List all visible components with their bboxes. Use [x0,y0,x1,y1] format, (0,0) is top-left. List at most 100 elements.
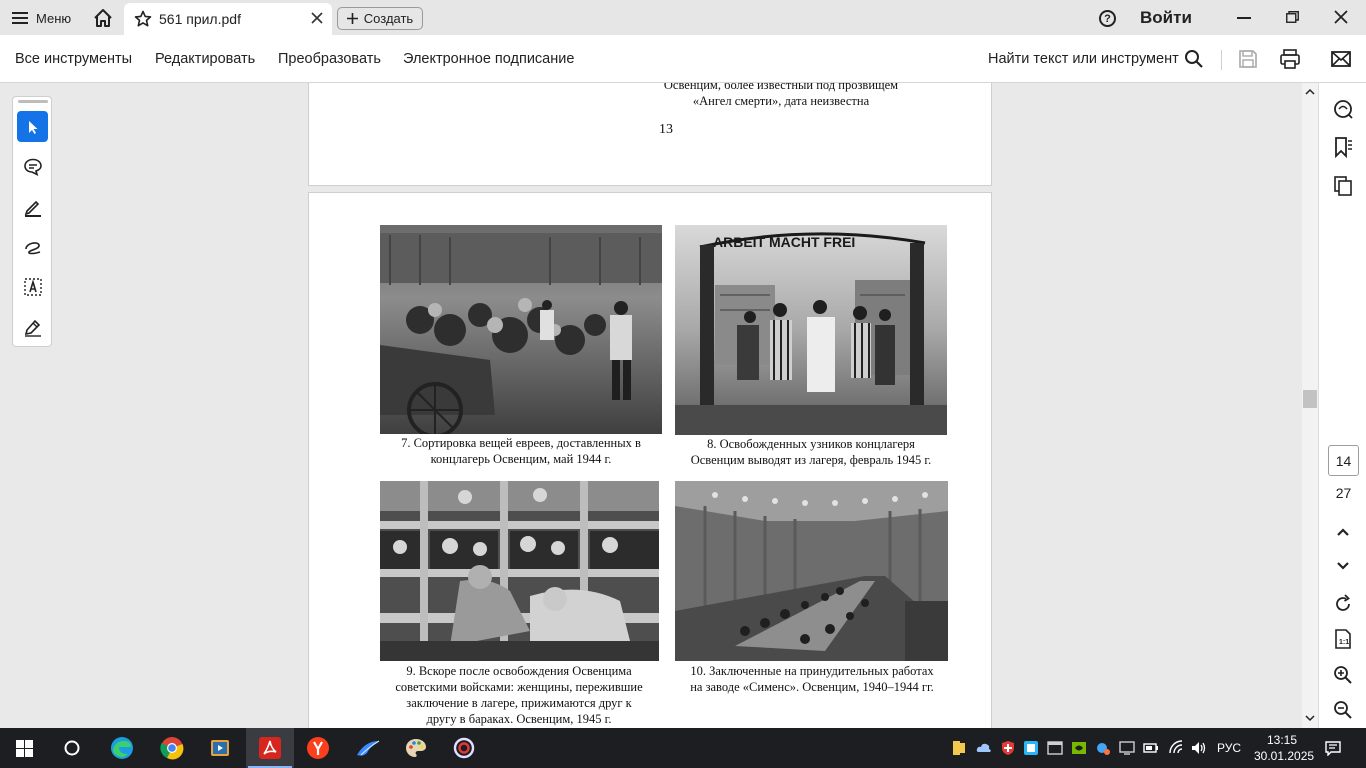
windows-logo-icon [15,739,33,757]
tray-app-icon[interactable] [1023,740,1039,756]
clock-date[interactable]: 30.01.2025 [1254,748,1314,764]
clock-time[interactable]: 13:15 [1262,732,1302,748]
cortana-circle-icon [64,740,80,756]
email-icon[interactable] [1330,48,1352,70]
scrollbar-thumb[interactable] [1303,390,1317,408]
highlighter-pen-icon [24,200,41,217]
prev-page-caption-line: «Ангел смерти», дата неизвестна [692,94,870,108]
photo-caption-7: 7. Сортировка вещей евреев, доставленных… [401,436,641,466]
tray-folder-icon[interactable] [951,740,967,756]
tray-window-icon[interactable] [1047,740,1063,756]
toolbar-divider [1221,50,1222,70]
vertical-scrollbar[interactable] [1302,83,1318,728]
cursor-arrow-icon [28,120,37,134]
edge-browser-icon [111,737,133,759]
select-tool[interactable] [17,111,48,142]
next-page-icon[interactable] [1332,555,1354,577]
help-icon[interactable]: ? [1099,10,1116,27]
previous-page-icon[interactable] [1332,521,1354,543]
right-panel-rail: 14 27 1:1 [1318,83,1366,728]
bookmarks-icon[interactable] [1332,136,1354,158]
scroll-down-arrow-icon[interactable] [1305,713,1315,723]
create-button[interactable]: Создать [337,7,423,30]
tab-title: 561 прил.pdf [159,11,241,27]
signin-button[interactable]: Войти [1140,8,1192,28]
all-tools-menu[interactable]: Все инструменты [15,51,132,67]
yandex-taskbar-app[interactable] [294,728,342,768]
paint-taskbar-app[interactable] [392,728,440,768]
gate-sign-text: ARBEIT MACHT FREI [713,234,855,250]
tray-nvidia-icon[interactable] [1071,740,1087,756]
menu-button[interactable]: Меню [12,8,71,28]
close-tab-icon[interactable] [310,11,324,25]
fit-page-icon[interactable]: 1:1 [1332,628,1354,650]
edit-menu[interactable]: Редактировать [155,51,255,67]
current-page-input[interactable]: 14 [1328,445,1359,476]
zoom-in-icon[interactable] [1332,664,1354,686]
esign-menu[interactable]: Электронное подписание [403,51,574,67]
scroll-up-arrow-icon[interactable] [1305,87,1315,97]
tray-shield-icon[interactable] [1000,740,1016,756]
home-icon[interactable] [92,7,114,29]
page-number-13: 13 [659,122,673,137]
title-bar: Меню 561 прил.pdf Создать ? Войти [0,0,1366,35]
paint-palette-icon [406,739,426,757]
chrome-browser-icon [160,737,184,760]
tray-network-app-icon[interactable] [1095,740,1111,756]
keyboard-language-indicator[interactable]: РУС [1217,741,1241,755]
convert-menu[interactable]: Преобразовать [278,51,381,67]
freehand-draw-icon [24,241,40,254]
total-pages-label: 27 [1335,485,1352,501]
ai-assistant-icon[interactable] [1332,98,1354,120]
print-icon[interactable] [1279,48,1301,70]
wifi-icon[interactable] [1168,740,1184,756]
svg-text:1:1: 1:1 [1339,639,1349,646]
page-thumbnails-icon[interactable] [1332,175,1354,197]
zoom-out-icon[interactable] [1332,699,1354,721]
launcher-taskbar-app[interactable] [344,728,392,768]
close-window-icon[interactable] [1333,9,1349,25]
search-taskbar-button[interactable] [48,728,96,768]
chrome-taskbar-app[interactable] [148,728,196,768]
pdf-page-13: Освенцим, более известный под прозвищем … [308,83,992,186]
document-viewport[interactable]: Освенцим, более известный под прозвищем … [60,83,1302,728]
photo-caption-9: 9. Вскоре после освобождения Освенцима с… [395,664,643,726]
photo-women-in-barracks [380,481,659,661]
start-button[interactable] [0,728,48,768]
acrobat-taskbar-app[interactable] [246,728,294,768]
media-player-taskbar-app[interactable] [196,728,244,768]
restore-icon[interactable] [1286,11,1299,23]
notifications-icon[interactable] [1325,740,1341,756]
rail-drag-handle[interactable] [18,100,48,103]
acrobat-reader-icon [259,737,281,759]
volume-icon[interactable] [1190,740,1206,756]
find-tool-label[interactable]: Найти текст или инструмент [988,51,1179,67]
windows-taskbar: РУС 13:15 30.01.2025 [0,728,1366,768]
tray-cloud-icon[interactable] [976,740,992,756]
pen-sign-icon [24,319,41,337]
photo-liberated-prisoners: ARBEIT MACHT FREI [675,225,947,435]
comment-tool[interactable] [17,151,48,182]
save-icon[interactable] [1237,48,1259,70]
sign-tool[interactable] [17,311,48,342]
pdf-page-14: 7. Сортировка вещей евреев, доставленных… [308,192,992,728]
search-icon[interactable] [1183,48,1205,70]
create-label: Создать [363,11,414,26]
tray-monitor-icon[interactable] [1119,740,1135,756]
prev-page-caption-line: Освенцим, более известный под прозвищем [663,83,899,92]
quick-tools-rail [12,96,52,347]
menu-label: Меню [36,10,72,26]
security-taskbar-app[interactable] [440,728,488,768]
star-icon[interactable] [134,10,152,28]
photo-caption-8: 8. Освобожденных узников концлагеря Осве… [690,437,932,467]
rotate-icon[interactable] [1332,593,1354,615]
blue-wing-app-icon [357,740,380,756]
main-toolbar: Все инструменты Редактировать Преобразов… [0,35,1366,83]
document-tab[interactable]: 561 прил.pdf [124,3,332,35]
battery-power-icon[interactable] [1143,740,1159,756]
text-recognition-tool[interactable] [17,271,48,302]
minimize-icon[interactable] [1237,17,1251,19]
edge-taskbar-app[interactable] [98,728,146,768]
draw-tool[interactable] [17,231,48,262]
highlight-tool[interactable] [17,191,48,222]
